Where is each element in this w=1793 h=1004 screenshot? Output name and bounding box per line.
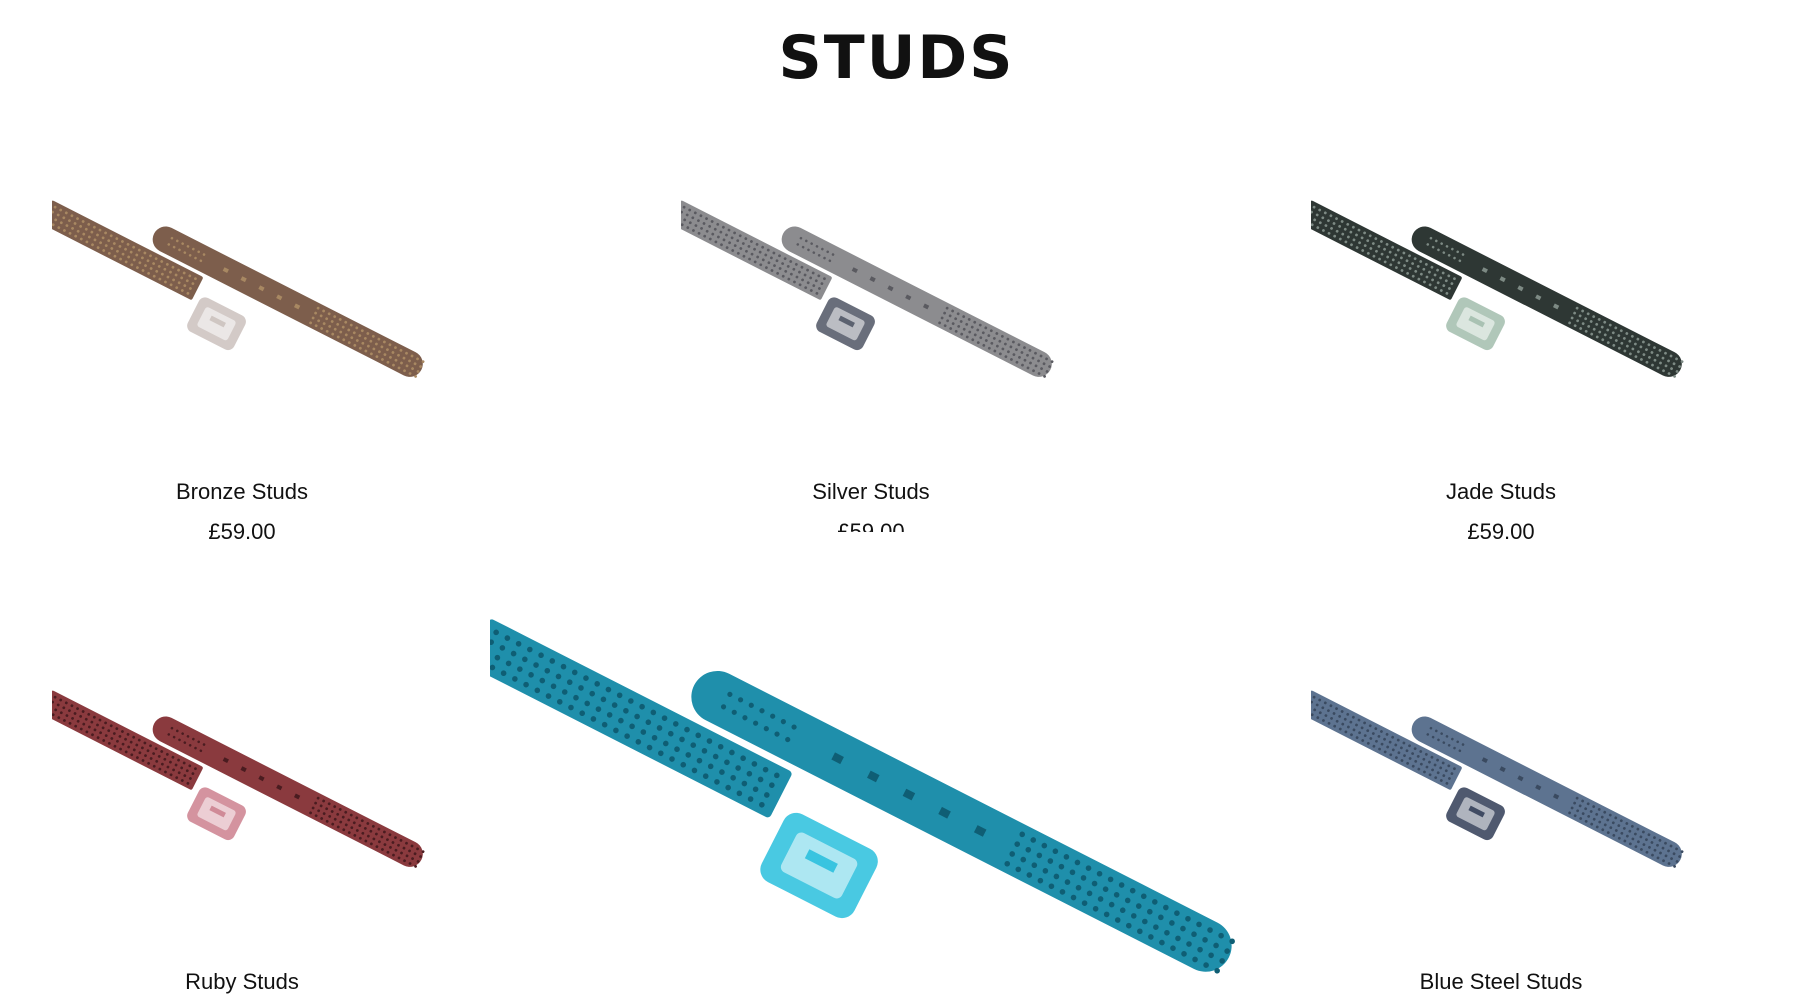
page-title: STUDS xyxy=(778,23,1015,93)
belt-image[interactable] xyxy=(1311,200,1691,400)
belt-image-zoomed[interactable] xyxy=(490,618,1252,1004)
belt-image[interactable] xyxy=(1311,690,1691,890)
product-name[interactable]: Silver Studs xyxy=(681,478,1061,506)
product-price: £59.00 xyxy=(208,519,276,544)
product-card-teal-hover[interactable] xyxy=(490,618,1252,1004)
product-card-jade[interactable]: Jade Studs £59.00 xyxy=(1311,200,1691,560)
belt-image[interactable] xyxy=(52,690,432,890)
product-name[interactable]: Ruby Studs xyxy=(52,968,432,996)
product-card-ruby[interactable]: Ruby Studs xyxy=(52,690,432,1004)
belt-image[interactable] xyxy=(681,200,1061,400)
product-name[interactable]: Blue Steel Studs xyxy=(1311,968,1691,996)
product-price: £59.00 xyxy=(837,519,905,532)
product-card-blue-steel[interactable]: Blue Steel Studs xyxy=(1311,690,1691,1004)
belt-image[interactable] xyxy=(52,200,432,400)
product-price: £59.00 xyxy=(1467,519,1535,544)
product-card-silver[interactable]: Silver Studs £59.00 xyxy=(681,200,1061,560)
product-card-bronze[interactable]: Bronze Studs £59.00 xyxy=(52,200,432,560)
product-name[interactable]: Jade Studs xyxy=(1311,478,1691,506)
product-name[interactable]: Bronze Studs xyxy=(52,478,432,506)
